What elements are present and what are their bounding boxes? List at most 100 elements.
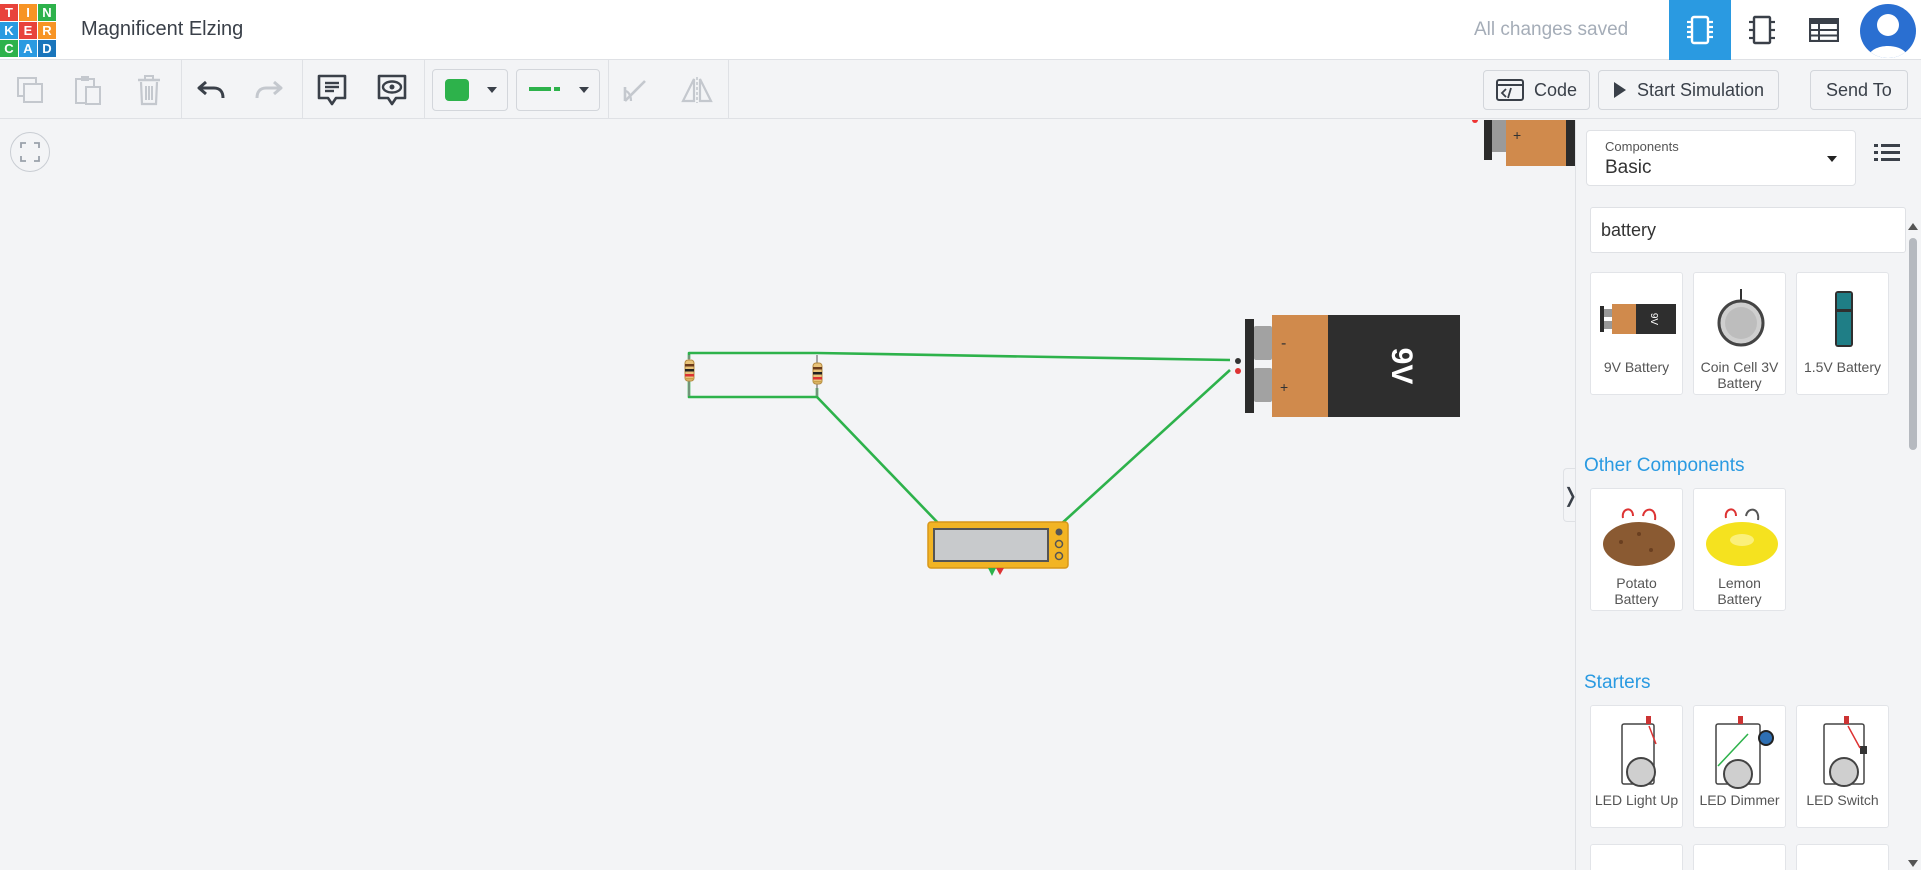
multimeter[interactable] <box>927 521 1069 576</box>
section-title-other-components: Other Components <box>1584 455 1745 476</box>
resistor[interactable] <box>684 355 695 396</box>
logo-letter: E <box>19 22 37 39</box>
component-list-view-button[interactable] <box>1793 0 1855 60</box>
component-thumbnail <box>1694 281 1787 357</box>
component-search-input[interactable] <box>1590 207 1906 253</box>
eye-note-icon <box>377 74 407 106</box>
table-icon <box>1809 18 1839 42</box>
battery-label: 9V <box>1385 348 1418 385</box>
dragged-battery-ghost: + <box>1472 120 1575 166</box>
logo-letter: A <box>19 40 37 57</box>
component-thumbnail <box>1694 714 1787 790</box>
led-dimmer-icon <box>1714 716 1774 789</box>
start-simulation-label: Start Simulation <box>1637 79 1765 100</box>
coin-cell-battery-icon <box>1717 289 1764 347</box>
send-to-label: Send To <box>1826 79 1892 100</box>
wire <box>1059 369 1231 526</box>
top-bar: T I N K E R C A D Magnificent Elzing All… <box>0 0 1921 60</box>
start-simulation-button[interactable]: Start Simulation <box>1598 70 1780 110</box>
list-icon <box>1874 144 1900 161</box>
wire <box>816 396 941 526</box>
svg-text:+: + <box>1280 379 1288 395</box>
component-thumbnail <box>1797 281 1890 357</box>
component-thumbnail <box>1591 497 1684 573</box>
list-view-button[interactable] <box>1874 142 1902 170</box>
logo-letter: R <box>38 22 56 39</box>
user-avatar[interactable] <box>1860 4 1916 58</box>
component-thumbnail <box>1591 714 1684 790</box>
redo-icon <box>255 80 283 99</box>
component-card[interactable] <box>1590 844 1683 870</box>
project-title[interactable]: Magnificent Elzing <box>81 18 243 41</box>
component-card[interactable] <box>1796 844 1889 870</box>
fit-view-button[interactable] <box>10 132 50 172</box>
led-light-up-icon <box>1620 716 1657 787</box>
circuit-view-button[interactable] <box>1669 0 1731 60</box>
resistor[interactable] <box>812 355 823 396</box>
toggle-notes-visibility-button[interactable] <box>372 70 412 110</box>
component-name: Coin Cell 3V Battery <box>1700 359 1779 391</box>
trash-icon <box>138 75 160 106</box>
rotate-button[interactable] <box>615 70 655 110</box>
flip-button[interactable] <box>677 70 717 110</box>
component-card[interactable] <box>1693 844 1786 870</box>
circuit-chip-icon <box>1687 15 1713 45</box>
tinkercad-logo[interactable]: T I N K E R C A D <box>0 4 56 57</box>
section-title-starters: Starters <box>1584 672 1651 693</box>
undo-button[interactable] <box>191 70 231 110</box>
component-name: Potato Battery <box>1614 575 1659 607</box>
component-name: LED Dimmer <box>1699 792 1780 808</box>
component-card-led-switch[interactable]: LED Switch <box>1796 705 1889 828</box>
logo-letter: C <box>0 40 18 57</box>
paste-button[interactable] <box>68 70 108 110</box>
code-window-icon <box>1496 79 1524 101</box>
play-icon <box>1614 82 1626 98</box>
9v-battery[interactable]: - + 9V <box>1235 315 1460 417</box>
wires[interactable] <box>687 351 1231 526</box>
chevron-down-icon <box>487 87 497 93</box>
paste-icon <box>75 76 101 105</box>
wire-color-dropdown[interactable] <box>432 69 508 111</box>
notes-icon <box>317 74 347 106</box>
toolbar-divider <box>424 60 425 118</box>
user-icon <box>1868 14 1908 58</box>
mirror-icon <box>681 77 713 103</box>
aa-battery-icon <box>1834 291 1853 347</box>
svg-text:-: - <box>1281 335 1286 352</box>
component-card-lemon-battery[interactable]: Lemon Battery <box>1693 488 1786 611</box>
wire-type-dropdown[interactable] <box>516 69 600 111</box>
components-category-select[interactable]: Components Basic <box>1586 130 1856 186</box>
rotate-icon <box>623 80 646 102</box>
component-name: LED Switch <box>1806 792 1879 808</box>
components-panel: Components Basic 9V 9V Battery Coin Cell… <box>1575 120 1921 870</box>
component-card-coin-cell-battery[interactable]: Coin Cell 3V Battery <box>1693 272 1786 395</box>
component-card-1-5v-battery[interactable]: 1.5V Battery <box>1796 272 1889 395</box>
component-card-led-light-up[interactable]: LED Light Up <box>1590 705 1683 828</box>
logo-letter: I <box>19 4 37 21</box>
redo-button[interactable] <box>249 70 289 110</box>
code-button-label: Code <box>1534 79 1578 100</box>
component-card-led-dimmer[interactable]: LED Dimmer <box>1693 705 1786 828</box>
schematic-view-button[interactable] <box>1731 0 1793 60</box>
svg-text:9V: 9V <box>1648 313 1659 326</box>
undo-icon <box>197 80 225 99</box>
code-button[interactable]: Code <box>1483 70 1591 110</box>
component-name: LED Light Up <box>1594 792 1679 808</box>
scrollbar-thumb[interactable] <box>1909 238 1917 450</box>
svg-text:+: + <box>1513 127 1521 143</box>
circuit-diagram[interactable]: + - + 9V <box>0 120 1575 870</box>
notes-button[interactable] <box>312 70 352 110</box>
send-to-button[interactable]: Send To <box>1810 70 1908 110</box>
logo-letter: N <box>38 4 56 21</box>
chevron-down-icon <box>579 87 589 93</box>
component-name: 1.5V Battery <box>1803 359 1882 375</box>
panel-scrollbar[interactable] <box>1906 220 1920 870</box>
circuit-canvas[interactable]: + - + 9V ❭ <box>0 120 1579 870</box>
component-card-9v-battery[interactable]: 9V 9V Battery <box>1590 272 1683 395</box>
component-card-potato-battery[interactable]: Potato Battery <box>1590 488 1683 611</box>
delete-button[interactable] <box>129 70 169 110</box>
edit-toolbar: Code Start Simulation Send To <box>0 60 1921 119</box>
copy-button[interactable] <box>10 70 50 110</box>
toolbar-divider <box>608 60 609 118</box>
wire-color-swatch <box>445 79 469 101</box>
